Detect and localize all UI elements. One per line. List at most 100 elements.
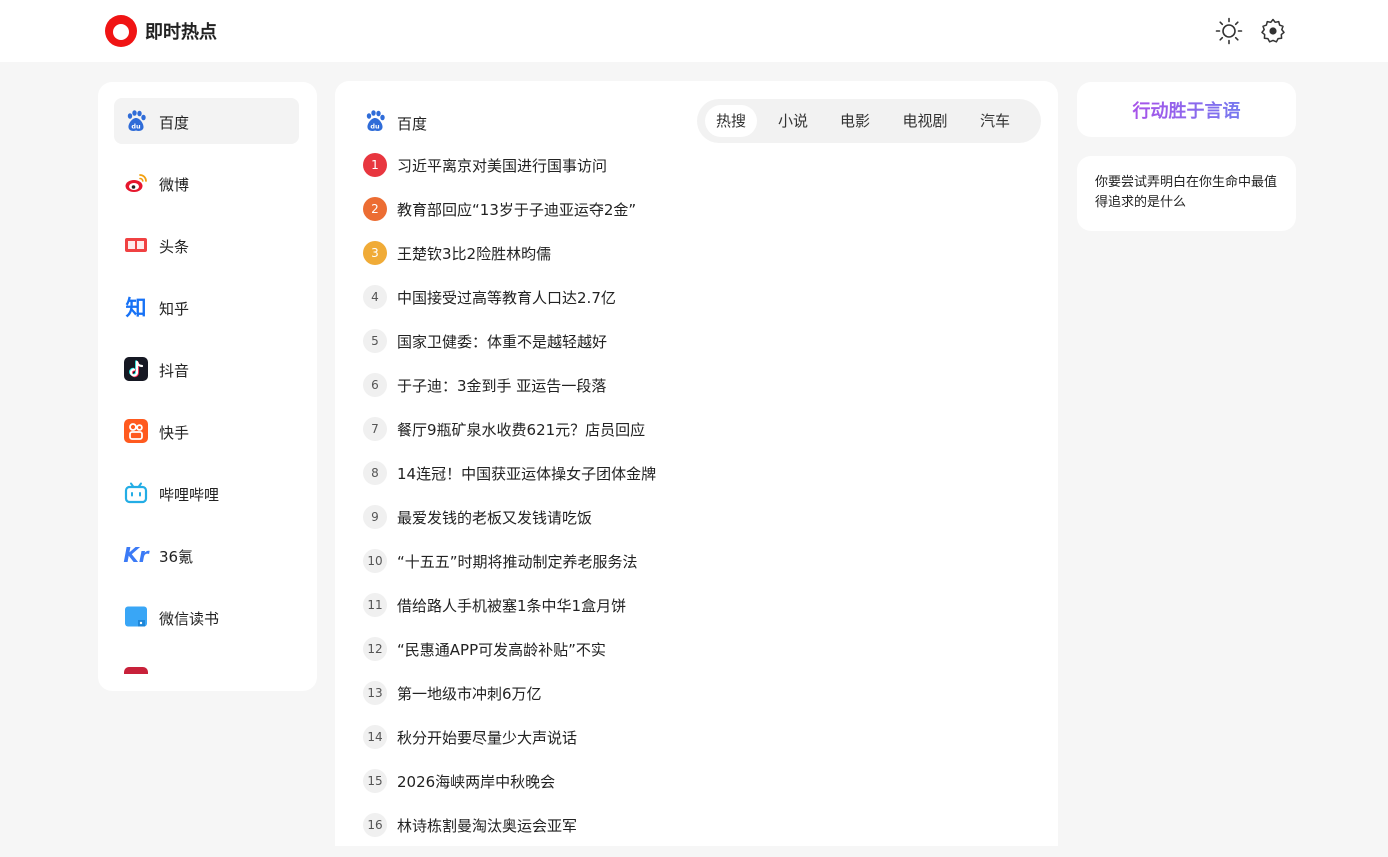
hot-list-panel: du 百度 热搜 小说 电影 电视剧 汽车 1 习近平离京对美国进行国事访问 2教… xyxy=(335,81,1058,846)
platform-list[interactable]: du 百度 微博 头条 知 知乎 抖音 快手 哔哩哔哩 Kr 36氪 微信读书 xyxy=(114,98,299,674)
sidebar-item-36kr[interactable]: Kr 36氪 xyxy=(114,532,299,578)
toutiao-icon xyxy=(124,233,148,257)
sidebar-item-baidu[interactable]: du 百度 xyxy=(114,98,299,144)
item-title[interactable]: 2026海峡两岸中秋晚会 xyxy=(397,771,555,792)
36kr-icon: Kr xyxy=(123,543,149,567)
svg-text:du: du xyxy=(131,123,141,131)
category-tabs: 热搜 小说 电影 电视剧 汽车 xyxy=(697,99,1041,143)
sidebar-item-label: 快手 xyxy=(159,424,190,442)
svg-text:du: du xyxy=(370,123,380,131)
list-item[interactable]: 16 林诗栋割曼淘汰奥运会亚军 xyxy=(363,813,1023,857)
list-item[interactable]: 9 最爱发钱的老板又发钱请吃饭 xyxy=(363,505,1023,549)
rank-badge: 6 xyxy=(363,373,387,397)
motto-text: 行动胜于言语 xyxy=(1077,97,1296,123)
list-item[interactable]: 11 借给路人手机被塞1条中华1盒月饼 xyxy=(363,593,1023,637)
item-title[interactable]: 最爱发钱的老板又发钱请吃饭 xyxy=(397,507,592,528)
tab-tv-series[interactable]: 电视剧 xyxy=(891,105,959,137)
bilibili-icon xyxy=(124,481,148,505)
item-title[interactable]: 林诗栋割曼淘汰奥运会亚军 xyxy=(397,815,577,836)
quote-text: 你要尝试弄明白在你生命中最值得追求的是什么 xyxy=(1095,175,1278,210)
gear-icon[interactable] xyxy=(1259,17,1287,45)
rank-badge: 9 xyxy=(363,505,387,529)
rank-badge: 3 xyxy=(363,241,387,265)
sidebar-item-douyin[interactable]: 抖音 xyxy=(114,346,299,392)
rank-badge: 13 xyxy=(363,681,387,705)
sidebar-item-zhihu[interactable]: 知 知乎 xyxy=(114,284,299,330)
rank-badge: 12 xyxy=(363,637,387,661)
list-item[interactable]: 13 第一地级市冲刺6万亿 xyxy=(363,681,1023,725)
item-title[interactable]: 餐厅9瓶矿泉水收费621元？店员回应 xyxy=(397,419,645,440)
sidebar-item-weread[interactable]: 微信读书 xyxy=(114,594,299,640)
sidebar-item-label: 抖音 xyxy=(159,362,190,380)
list-item[interactable]: 6 于子迪：3金到手 亚运告一段落 xyxy=(363,373,1023,417)
sidebar-item-weibo[interactable]: 微博 xyxy=(114,160,299,206)
tab-hot-search[interactable]: 热搜 xyxy=(705,105,757,137)
list-item[interactable]: 1 习近平离京对美国进行国事访问 xyxy=(363,153,1023,197)
item-title[interactable]: 借给路人手机被塞1条中华1盒月饼 xyxy=(397,595,626,616)
rank-badge: 15 xyxy=(363,769,387,793)
rank-badge: 11 xyxy=(363,593,387,617)
partial-item-icon xyxy=(124,667,148,674)
item-title[interactable]: 于子迪：3金到手 亚运告一段落 xyxy=(397,375,606,396)
item-title[interactable]: “十五五”时期将推动制定养老服务法 xyxy=(397,551,638,572)
sidebar-item-label: 哔哩哔哩 xyxy=(159,486,220,504)
baidu-icon: du xyxy=(363,109,387,133)
quote-card: 你要尝试弄明白在你生命中最值得追求的是什么 xyxy=(1077,156,1296,231)
rank-badge: 8 xyxy=(363,461,387,485)
sidebar-item-label: 微博 xyxy=(159,176,190,194)
rank-badge: 10 xyxy=(363,549,387,573)
item-title[interactable]: “民惠通APP可发高龄补贴”不实 xyxy=(397,639,606,660)
rank-badge: 5 xyxy=(363,329,387,353)
tab-novel[interactable]: 小说 xyxy=(767,105,819,137)
sidebar-item-label: 微信读书 xyxy=(159,610,220,628)
weibo-icon xyxy=(124,171,148,195)
kuaishou-icon xyxy=(124,419,148,443)
sidebar-item-toutiao[interactable]: 头条 xyxy=(114,222,299,268)
weread-icon xyxy=(124,605,148,629)
item-title[interactable]: 国家卫健委：体重不是越轻越好 xyxy=(397,331,607,352)
item-title[interactable]: 教育部回应“13岁于子迪亚运夺2金” xyxy=(397,199,636,220)
rank-badge: 7 xyxy=(363,417,387,441)
motto-card: 行动胜于言语 xyxy=(1077,82,1296,137)
item-title[interactable]: 秋分开始要尽量少大声说话 xyxy=(397,727,577,748)
list-item[interactable]: 8 14连冠！中国获亚运体操女子团体金牌 xyxy=(363,461,1023,505)
sun-icon[interactable] xyxy=(1215,17,1243,45)
sidebar-item-bilibili[interactable]: 哔哩哔哩 xyxy=(114,470,299,516)
tab-movie[interactable]: 电影 xyxy=(829,105,881,137)
rank-badge: 2 xyxy=(363,197,387,221)
tab-car[interactable]: 汽车 xyxy=(969,105,1021,137)
rank-badge: 14 xyxy=(363,725,387,749)
baidu-icon: du xyxy=(124,109,148,133)
list-item[interactable]: 12 “民惠通APP可发高龄补贴”不实 xyxy=(363,637,1023,681)
list-item[interactable]: 5 国家卫健委：体重不是越轻越好 xyxy=(363,329,1023,373)
list-item[interactable]: 4 中国接受过高等教育人口达2.7亿 xyxy=(363,285,1023,329)
list-item[interactable]: 7 餐厅9瓶矿泉水收费621元？店员回应 xyxy=(363,417,1023,461)
platform-sidebar: du 百度 微博 头条 知 知乎 抖音 快手 哔哩哔哩 Kr 36氪 微信读书 xyxy=(98,82,317,691)
app-title: 即时热点 xyxy=(145,22,217,43)
item-title[interactable]: 习近平离京对美国进行国事访问 xyxy=(397,155,607,176)
rank-badge: 4 xyxy=(363,285,387,309)
panel-source-title: 百度 xyxy=(397,115,428,133)
rank-badge: 1 xyxy=(363,153,387,177)
item-title[interactable]: 中国接受过高等教育人口达2.7亿 xyxy=(397,287,616,308)
list-item[interactable]: 10 “十五五”时期将推动制定养老服务法 xyxy=(363,549,1023,593)
list-item[interactable]: 15 2026海峡两岸中秋晚会 xyxy=(363,769,1023,813)
sidebar-item-partial[interactable] xyxy=(114,656,299,674)
app-logo[interactable] xyxy=(105,15,137,47)
rank-badge: 16 xyxy=(363,813,387,837)
item-title[interactable]: 14连冠！中国获亚运体操女子团体金牌 xyxy=(397,463,656,484)
list-item[interactable]: 3 王楚钦3比2险胜林昀儒 xyxy=(363,241,1023,285)
sidebar-item-label: 头条 xyxy=(159,238,190,256)
item-title[interactable]: 王楚钦3比2险胜林昀儒 xyxy=(397,243,551,264)
sidebar-item-label: 知乎 xyxy=(159,300,190,318)
hot-search-list: 1 习近平离京对美国进行国事访问 2 教育部回应“13岁于子迪亚运夺2金” 3 王楚钦… xyxy=(363,153,1023,857)
sidebar-item-kuaishou[interactable]: 快手 xyxy=(114,408,299,454)
zhihu-icon: 知 xyxy=(125,296,147,320)
douyin-icon xyxy=(124,357,148,381)
list-item[interactable]: 2 教育部回应“13岁于子迪亚运夺2金” xyxy=(363,197,1023,241)
list-item[interactable]: 14 秋分开始要尽量少大声说话 xyxy=(363,725,1023,769)
item-title[interactable]: 第一地级市冲刺6万亿 xyxy=(397,683,542,704)
sidebar-item-label: 百度 xyxy=(159,114,190,132)
sidebar-item-label: 36氪 xyxy=(159,548,194,566)
top-bar: 即时热点 xyxy=(0,0,1388,62)
